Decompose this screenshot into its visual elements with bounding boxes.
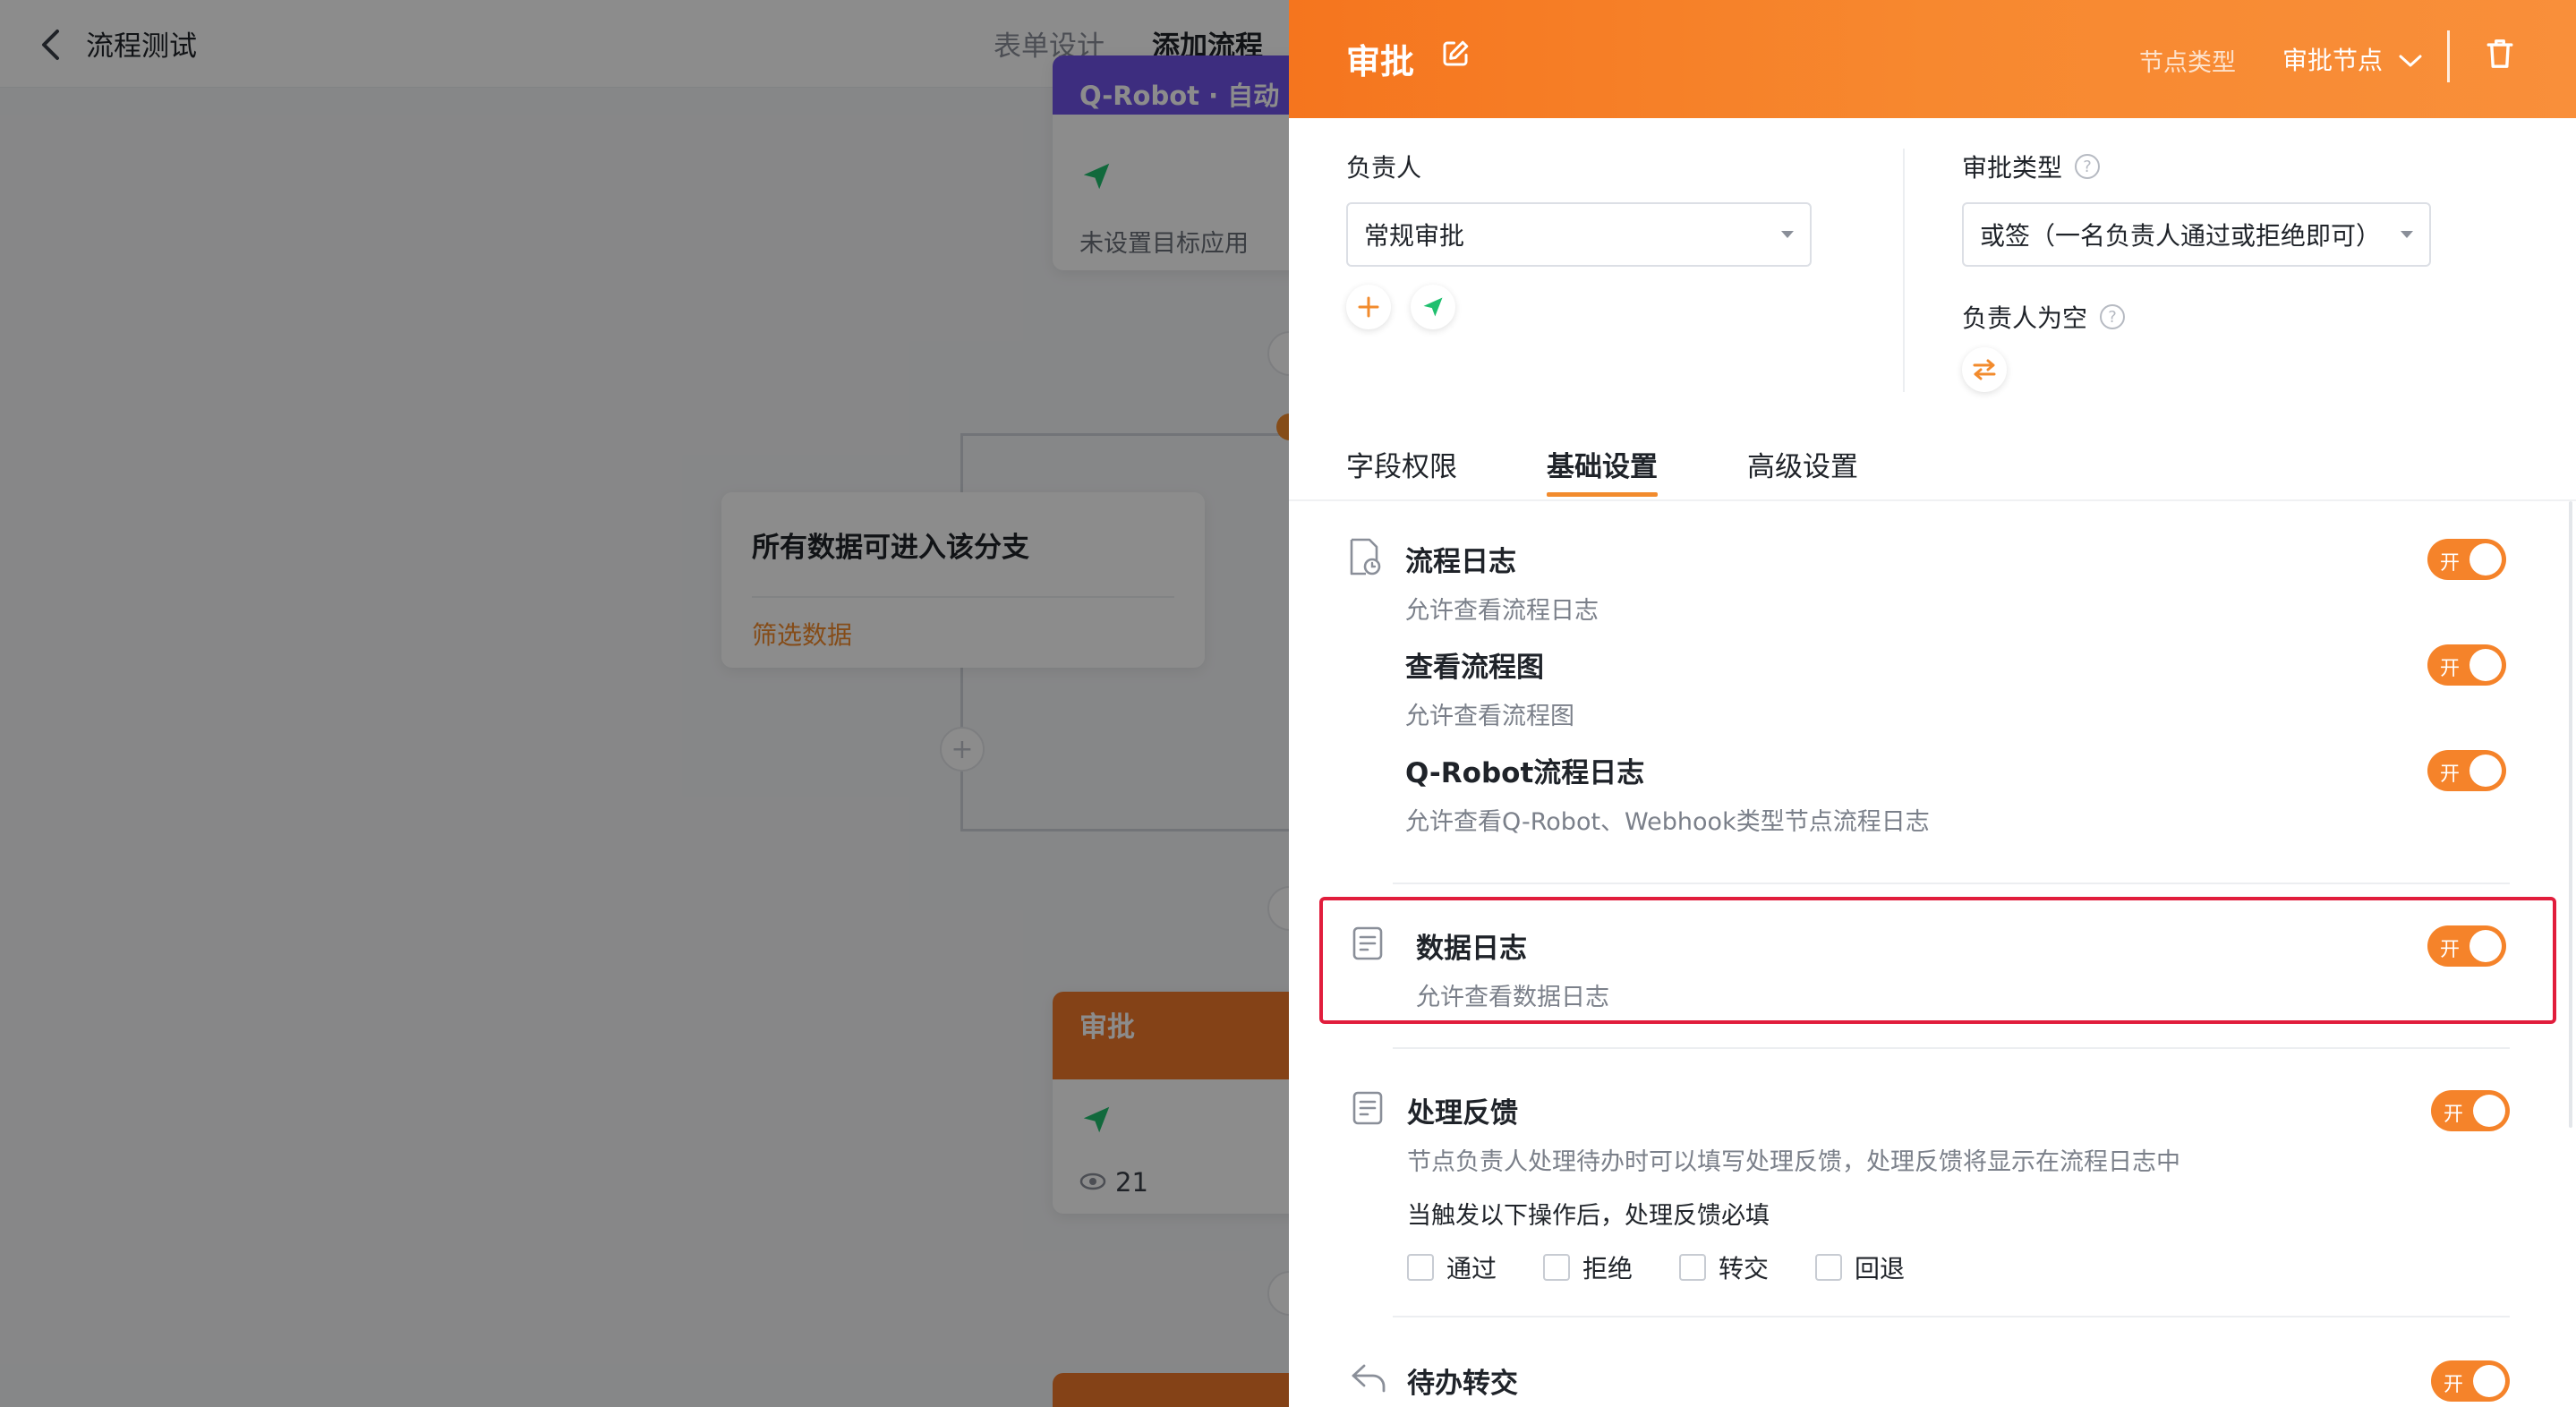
setting-desc-flow-log: 允许查看流程日志 [1405,597,1599,625]
toggle-label: 开 [2444,1104,2464,1126]
toggle-label: 开 [2444,1374,2464,1396]
scrollbar[interactable] [2569,501,2572,1128]
empty-owner-swap-button[interactable] [1962,347,2007,392]
toggle-knob [2473,1365,2505,1397]
add-owner-button[interactable] [1346,285,1391,329]
highlight-box [1319,897,2556,1024]
empty-owner-label: 负责人为空 ? [1962,299,2126,335]
toggle-knob [2469,755,2502,787]
checkbox-rollback[interactable]: 回退 [1815,1249,1905,1285]
toggle-flow-chart[interactable]: 开 [2427,644,2506,686]
edit-icon[interactable] [1439,38,1471,73]
checkbox-box[interactable] [1679,1254,1706,1281]
setting-desc-feedback: 节点负责人处理待办时可以填写处理反馈，处理反馈将显示在流程日志中 [1407,1148,2180,1176]
send-icon [1423,297,1443,317]
checkbox-box[interactable] [1407,1254,1434,1281]
node-type-label: 节点类型 [2139,49,2236,77]
tab-basic-settings[interactable]: 基础设置 [1547,444,1658,484]
trash-icon[interactable] [2485,36,2515,75]
toggle-knob [2469,649,2502,681]
caret-down-icon [2401,231,2413,238]
help-icon[interactable]: ? [2100,304,2126,329]
tab-advanced-settings[interactable]: 高级设置 [1747,444,1858,484]
empty-owner-label-text: 负责人为空 [1962,303,2088,333]
setting-title-transfer: 待办转交 [1407,1368,1518,1400]
panel-header: 审批 节点类型 审批节点 [1289,0,2576,118]
section-separator [1393,1047,2510,1049]
caret-down-icon [1781,231,1794,238]
setting-title-flow-chart: 查看流程图 [1405,652,1544,684]
node-type-select[interactable]: 审批节点 [2282,41,2422,77]
approval-type-value: 或签（一名负责人通过或拒绝即可） [1980,221,2382,251]
checkbox-transfer[interactable]: 转交 [1679,1249,1769,1285]
clock-document-icon [1346,537,1382,580]
node-settings-panel: 审批 节点类型 审批节点 负责人 常规审批 审批类型 ? 或签（一名负责人通过或… [1289,0,2576,1407]
checkbox-box[interactable] [1815,1254,1842,1281]
toggle-knob [2473,1095,2505,1127]
approval-type-select[interactable]: 或签（一名负责人通过或拒绝即可） [1962,202,2431,267]
checkbox-reject[interactable]: 拒绝 [1543,1249,1633,1285]
checkbox-label: 回退 [1855,1254,1906,1283]
checkbox-label: 拒绝 [1582,1254,1633,1283]
toggle-label: 开 [2440,552,2461,575]
approval-type-label: 审批类型 ? [1962,149,2101,184]
toggle-transfer[interactable]: 开 [2431,1360,2510,1402]
tab-field-permissions[interactable]: 字段权限 [1346,444,1457,484]
checkbox-label: 转交 [1719,1254,1770,1283]
header-divider [2447,30,2450,82]
toggle-feedback[interactable]: 开 [2431,1090,2510,1131]
owner-select[interactable]: 常规审批 [1346,202,1812,267]
toggle-robot-log[interactable]: 开 [2427,750,2506,791]
checkbox-box[interactable] [1543,1254,1570,1281]
owner-select-value: 常规审批 [1364,221,1465,251]
feedback-icon [1352,1090,1384,1130]
chevron-down-icon [2399,45,2422,74]
tabs-divider [1289,499,2576,501]
toggle-label: 开 [2440,763,2461,786]
checkbox-label: 通过 [1446,1254,1497,1283]
swap-icon [1973,359,1996,380]
setting-desc-flow-chart: 允许查看流程图 [1405,703,1574,730]
send-owner-button[interactable] [1411,285,1455,329]
feedback-required-label: 当触发以下操作后，处理反馈必填 [1407,1202,1770,1230]
setting-title-robot-log: Q-Robot流程日志 [1405,757,1645,789]
setting-title-feedback: 处理反馈 [1407,1097,1518,1130]
section-separator [1393,883,2510,884]
setting-title-flow-log: 流程日志 [1405,546,1516,578]
setting-desc-robot-log: 允许查看Q-Robot、Webhook类型节点流程日志 [1405,808,1930,836]
approval-type-label-text: 审批类型 [1962,153,2063,183]
node-type-value: 审批节点 [2282,46,2384,75]
modal-overlay[interactable] [0,0,1289,1407]
checkbox-approve[interactable]: 通过 [1407,1249,1497,1285]
active-tab-indicator [1547,492,1658,497]
plus-icon [1358,296,1379,318]
toggle-knob [2469,543,2502,576]
toggle-flow-log[interactable]: 开 [2427,539,2506,580]
toggle-label: 开 [2440,658,2461,680]
owner-label: 负责人 [1346,153,1422,183]
reply-arrow-icon [1350,1362,1387,1396]
help-icon[interactable]: ? [2075,154,2101,179]
column-divider [1903,149,1905,392]
section-separator [1393,1316,2510,1317]
panel-title: 审批 [1346,42,1415,81]
